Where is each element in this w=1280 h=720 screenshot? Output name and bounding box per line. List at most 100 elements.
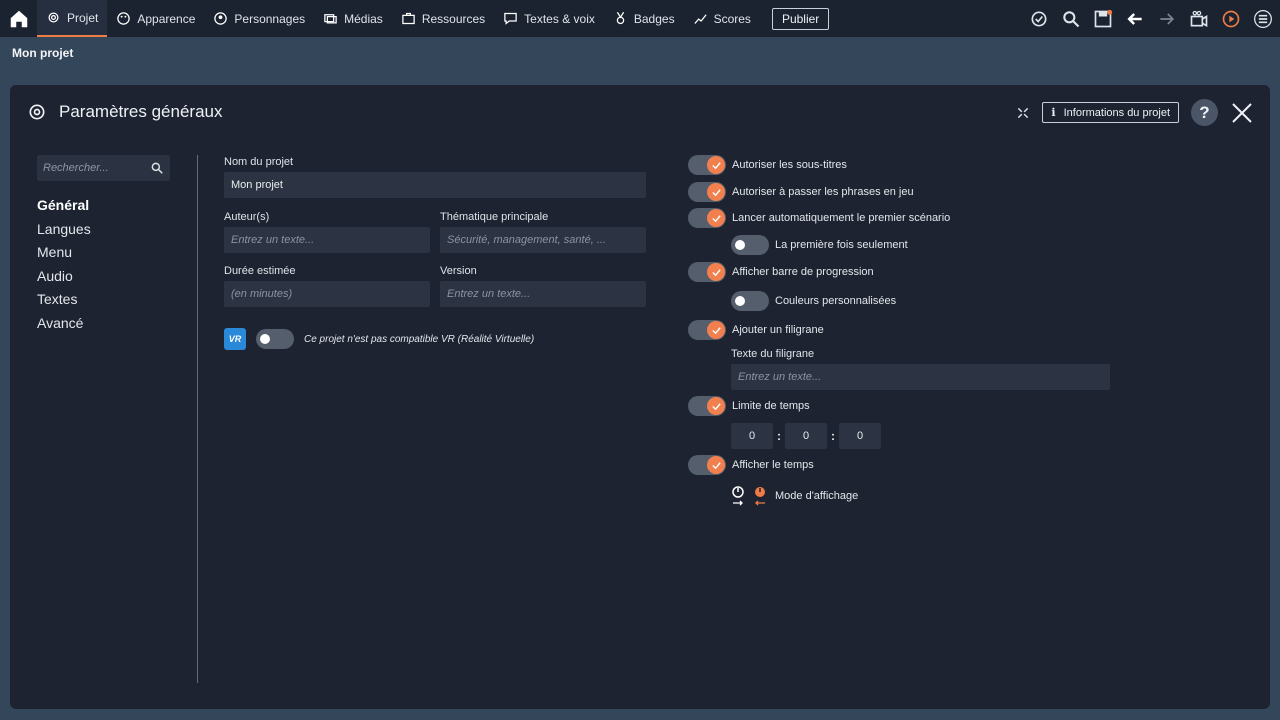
briefcase-icon bbox=[402, 12, 415, 25]
option-first-time: La première fois seulement bbox=[731, 235, 908, 255]
nav-item-textes[interactable]: Textes bbox=[37, 291, 91, 315]
tab-projet[interactable]: Projet bbox=[37, 0, 108, 37]
seconds-input[interactable]: 0 bbox=[839, 423, 881, 449]
duration-input[interactable]: (en minutes) bbox=[224, 281, 430, 307]
nav-item-menu[interactable]: Menu bbox=[37, 244, 91, 268]
vr-compat-label: Ce projet n'est pas compatible VR (Réali… bbox=[304, 333, 535, 345]
autostart-toggle[interactable] bbox=[688, 208, 726, 228]
arrow-left-icon bbox=[1127, 12, 1142, 25]
refresh-check-icon bbox=[1031, 11, 1047, 26]
vr-toggle[interactable] bbox=[256, 329, 294, 349]
publish-button[interactable]: Publier bbox=[771, 7, 830, 30]
top-navigation-bar: Projet Apparence Personnages Médias Ress… bbox=[0, 0, 1280, 37]
watermark-toggle[interactable] bbox=[688, 320, 726, 340]
tab-medias[interactable]: Médias bbox=[314, 0, 392, 37]
search-button[interactable] bbox=[1060, 8, 1082, 30]
arrow-right-icon bbox=[1160, 12, 1175, 25]
preview-camera-button[interactable] bbox=[1188, 8, 1210, 30]
timer-mode-icon[interactable] bbox=[731, 485, 767, 507]
panel-title: Paramètres généraux bbox=[59, 102, 223, 121]
redo-button[interactable] bbox=[1156, 8, 1178, 30]
menu-button[interactable] bbox=[1252, 8, 1274, 30]
minutes-input[interactable]: 0 bbox=[785, 423, 827, 449]
validate-button[interactable] bbox=[1028, 8, 1050, 30]
option-subtitles: Autoriser les sous-titres bbox=[688, 155, 847, 175]
time-separator: : bbox=[777, 429, 781, 443]
help-button[interactable]: ? bbox=[1191, 99, 1218, 126]
theme-input[interactable]: Sécurité, management, santé, ... bbox=[440, 227, 646, 253]
skip-toggle[interactable] bbox=[688, 182, 726, 202]
tab-apparence[interactable]: Apparence bbox=[107, 0, 204, 37]
hamburger-menu-icon bbox=[1254, 9, 1272, 28]
time-limit-inputs: 0 : 0 : 0 bbox=[731, 423, 881, 449]
display-mode-row: Mode d'affichage bbox=[731, 485, 858, 507]
save-icon bbox=[1094, 9, 1113, 27]
medal-icon bbox=[616, 11, 625, 25]
authors-input[interactable]: Entrez un texte... bbox=[224, 227, 430, 253]
panel-actions: ℹ Informations du projet ? bbox=[1016, 99, 1254, 126]
check-icon bbox=[711, 161, 721, 169]
palette-icon bbox=[117, 12, 131, 25]
time-limit-label: Limite de temps bbox=[732, 400, 810, 412]
watermark-text-label: Texte du filigrane bbox=[731, 348, 815, 360]
tab-textes-voix[interactable]: Textes & voix bbox=[494, 0, 604, 37]
custom-colors-toggle[interactable] bbox=[731, 291, 769, 311]
watermark-label: Ajouter un filigrane bbox=[732, 324, 824, 336]
collapse-icon[interactable] bbox=[1016, 106, 1030, 120]
show-time-label: Afficher le temps bbox=[732, 459, 814, 471]
nav-item-audio[interactable]: Audio bbox=[37, 268, 91, 292]
hours-input[interactable]: 0 bbox=[731, 423, 773, 449]
tab-label: Projet bbox=[67, 10, 99, 25]
toolbar-right bbox=[1028, 0, 1274, 37]
close-icon[interactable] bbox=[1230, 101, 1254, 125]
home-button[interactable] bbox=[0, 0, 37, 37]
autostart-label: Lancer automatiquement le premier scénar… bbox=[732, 212, 951, 224]
nav-item-langues[interactable]: Langues bbox=[37, 221, 91, 245]
first-time-label: La première fois seulement bbox=[775, 239, 908, 251]
nav-item-avance[interactable]: Avancé bbox=[37, 315, 91, 339]
tab-badges[interactable]: Badges bbox=[604, 0, 684, 37]
tab-personnages[interactable]: Personnages bbox=[204, 0, 314, 37]
skip-label: Autoriser à passer les phrases en jeu bbox=[732, 186, 914, 198]
progress-toggle[interactable] bbox=[688, 262, 726, 282]
check-icon bbox=[711, 188, 721, 196]
subtitles-label: Autoriser les sous-titres bbox=[732, 159, 847, 171]
settings-nav: Général Langues Menu Audio Textes Avancé bbox=[37, 197, 91, 338]
search-input[interactable]: Rechercher... bbox=[37, 155, 170, 181]
subtitles-toggle[interactable] bbox=[688, 155, 726, 175]
tab-label: Scores bbox=[713, 11, 751, 26]
option-skip: Autoriser à passer les phrases en jeu bbox=[688, 182, 914, 202]
play-button[interactable] bbox=[1220, 8, 1242, 30]
undo-button[interactable] bbox=[1124, 8, 1146, 30]
tab-scores[interactable]: Scores bbox=[684, 0, 760, 37]
theme-label: Thématique principale bbox=[440, 211, 549, 223]
tab-label: Ressources bbox=[421, 11, 486, 26]
project-name-input[interactable]: Mon projet bbox=[224, 172, 646, 198]
show-time-toggle[interactable] bbox=[688, 455, 726, 475]
save-button[interactable] bbox=[1092, 8, 1114, 30]
time-limit-toggle[interactable] bbox=[688, 396, 726, 416]
breadcrumb: Mon projet bbox=[12, 46, 74, 60]
watermark-text-input[interactable]: Entrez un texte... bbox=[731, 364, 1110, 390]
check-icon bbox=[711, 402, 721, 410]
option-watermark: Ajouter un filigrane bbox=[688, 320, 824, 340]
progress-label: Afficher barre de progression bbox=[732, 266, 874, 278]
gear-icon bbox=[29, 104, 45, 120]
option-show-time: Afficher le temps bbox=[688, 455, 814, 475]
panel-header: Paramètres généraux bbox=[27, 102, 222, 122]
version-input[interactable]: Entrez un texte... bbox=[440, 281, 646, 307]
option-custom-colors: Couleurs personnalisées bbox=[731, 291, 896, 311]
duration-label: Durée estimée bbox=[224, 265, 296, 277]
nav-item-general[interactable]: Général bbox=[37, 197, 91, 221]
tab-ressources[interactable]: Ressources bbox=[392, 0, 494, 37]
first-time-toggle[interactable] bbox=[731, 235, 769, 255]
project-info-label: Informations du projet bbox=[1063, 106, 1170, 119]
authors-label: Auteur(s) bbox=[224, 211, 270, 223]
check-icon bbox=[711, 461, 721, 469]
search-icon bbox=[151, 162, 163, 174]
person-icon bbox=[214, 12, 228, 25]
project-info-button[interactable]: ℹ Informations du projet bbox=[1042, 102, 1179, 123]
option-progress: Afficher barre de progression bbox=[688, 262, 874, 282]
vr-icon: VR bbox=[224, 328, 246, 350]
version-label: Version bbox=[440, 265, 477, 277]
